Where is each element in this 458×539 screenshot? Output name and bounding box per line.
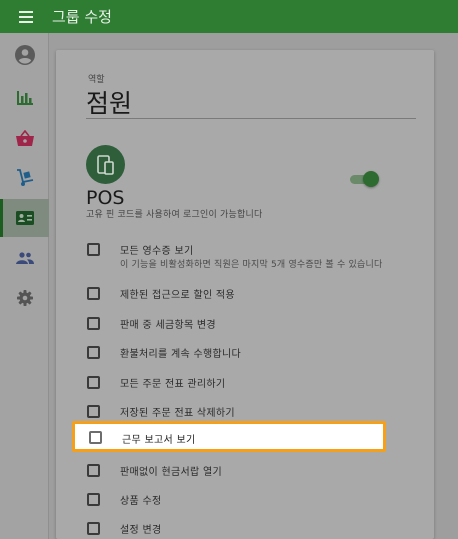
bar-chart-icon: [16, 91, 33, 105]
badge-icon: [15, 211, 34, 225]
sidebar-item-sales[interactable]: [0, 119, 49, 157]
pos-title: POS: [86, 187, 125, 209]
pos-badge: [86, 145, 125, 184]
sidebar-item-employees[interactable]: [0, 199, 49, 237]
permission-label: 설정 변경: [120, 525, 162, 536]
sidebar: [0, 33, 49, 539]
permission-label: 환불처리를 계속 수행합니다: [120, 349, 241, 360]
pos-toggle[interactable]: [348, 171, 379, 187]
permission-label: 판매 중 세금항목 변경: [120, 320, 216, 331]
sidebar-item-account[interactable]: [0, 36, 49, 74]
permission-checkbox[interactable]: [87, 376, 100, 389]
input-underline: [86, 118, 416, 119]
permission-checkbox[interactable]: [87, 346, 100, 359]
account-circle-icon: [14, 45, 35, 65]
permission-checkbox[interactable]: [87, 243, 100, 256]
permission-checkbox[interactable]: [89, 431, 102, 444]
permission-checkbox[interactable]: [87, 522, 100, 535]
menu-icon: [19, 10, 33, 23]
permission-label: 저장된 주문 전표 삭제하기: [120, 408, 235, 419]
permission-item[interactable]: 판매없이 현금서랍 열기: [56, 459, 434, 485]
permission-description: 이 기능을 비활성화하면 직원은 마지막 5개 영수증만 볼 수 있습니다: [120, 260, 383, 270]
sidebar-item-customers[interactable]: [0, 239, 49, 277]
permission-checkbox[interactable]: [87, 287, 100, 300]
permission-label: 근무 보고서 보기: [122, 435, 196, 446]
permission-checkbox[interactable]: [87, 464, 100, 477]
permission-item-highlighted[interactable]: 근무 보고서 보기: [72, 421, 386, 452]
permission-item[interactable]: 설정 변경: [56, 517, 434, 539]
permission-checkbox[interactable]: [87, 405, 100, 418]
sidebar-item-settings[interactable]: [0, 279, 49, 317]
permission-label: 판매없이 현금서랍 열기: [120, 467, 222, 478]
permission-item[interactable]: 제한된 접근으로 할인 적용: [56, 282, 434, 308]
toggle-thumb: [363, 171, 379, 187]
menu-button[interactable]: [0, 0, 52, 33]
permission-label: 모든 주문 전표 관리하기: [120, 379, 226, 390]
sidebar-item-inventory[interactable]: [0, 159, 49, 197]
devices-icon: [96, 154, 114, 175]
app-bar: 그룹 수정: [0, 0, 458, 33]
sidebar-item-reports[interactable]: [0, 79, 49, 117]
page-title: 그룹 수정: [52, 8, 112, 26]
permission-checkbox[interactable]: [87, 493, 100, 506]
permission-label: 모든 영수증 보기: [120, 246, 194, 257]
group-edit-card: 역할 점원 POS 고유 핀 코드를 사용하여 로그인이 가능합니다 모든 영수…: [56, 50, 434, 539]
role-name-input[interactable]: 점원: [86, 84, 132, 120]
permission-item[interactable]: 환불처리를 계속 수행합니다: [56, 341, 434, 367]
gear-icon: [16, 290, 33, 306]
permission-label: 제한된 접근으로 할인 적용: [120, 290, 235, 301]
pos-description: 고유 핀 코드를 사용하여 로그인이 가능합니다: [86, 210, 263, 220]
permission-item[interactable]: 상품 수정: [56, 488, 434, 514]
permission-checkbox[interactable]: [87, 317, 100, 330]
dolly-icon: [16, 169, 33, 186]
basket-icon: [15, 130, 34, 146]
permission-item[interactable]: 모든 주문 전표 관리하기: [56, 371, 434, 397]
people-icon: [15, 252, 34, 264]
permission-item[interactable]: 모든 영수증 보기 이 기능을 비활성화하면 직원은 마지막 5개 영수증만 볼…: [56, 238, 434, 272]
permission-label: 상품 수정: [120, 496, 162, 507]
permission-item[interactable]: 판매 중 세금항목 변경: [56, 312, 434, 338]
